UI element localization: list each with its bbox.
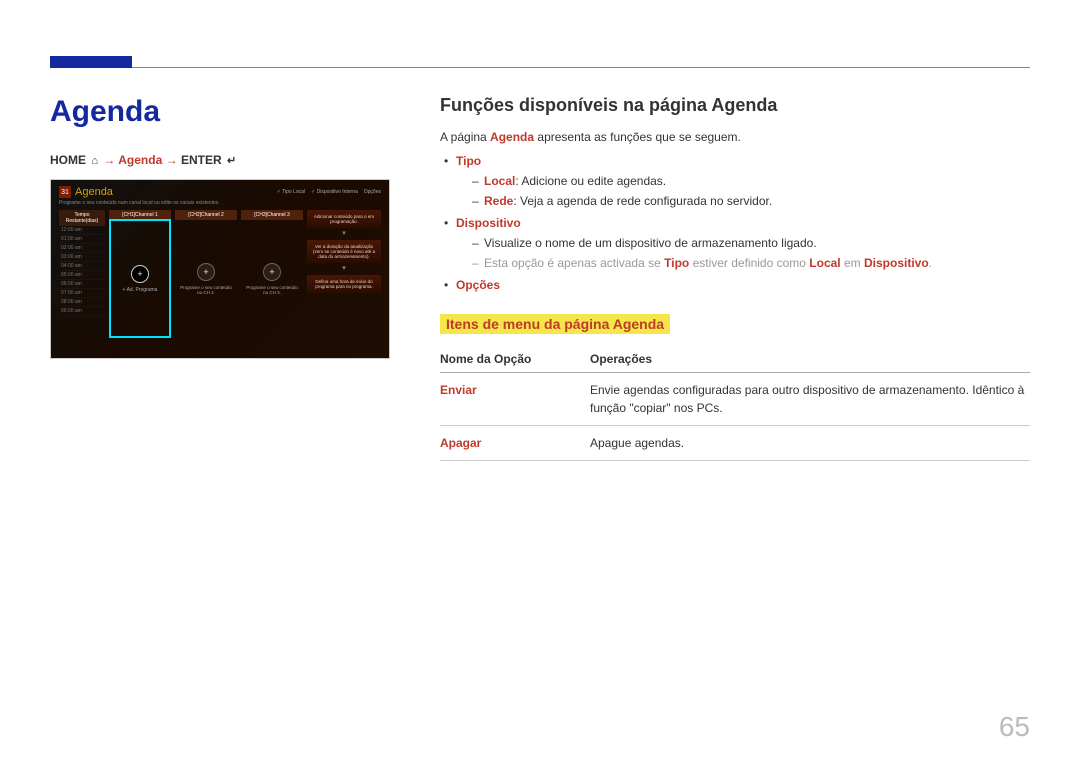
shot-ch1-caption: + Ad. Programa (123, 287, 158, 293)
shot-time-row: 02:00 am (59, 244, 105, 253)
breadcrumb-mid: Agenda (118, 153, 162, 167)
chevron-down-icon: ▾ (307, 267, 381, 271)
feature-dispositivo-desc: Visualize o nome de um dispositivo de ar… (456, 234, 1030, 252)
shot-channel-1: [CH1]Channel 1 + + Ad. Programa (109, 210, 171, 338)
shot-channel-2: [CH2]Channel 2 + Programe o seu conteúdo… (175, 210, 237, 338)
table-header-ops: Operações (590, 346, 1030, 373)
breadcrumb-arrow-2: → (166, 153, 181, 167)
plus-icon: + (131, 265, 149, 283)
shot-ch2-header: [CH2]Channel 2 (175, 210, 237, 220)
option-name: Apagar (440, 426, 590, 461)
page-content: Agenda HOME ⌂ → Agenda → ENTER ↵ 31 Agen… (50, 95, 1030, 723)
shot-time-row: 06:00 am (59, 280, 105, 289)
shot-ch2-caption: Programe o seu conteúdo no CH 2. (175, 285, 237, 295)
breadcrumb-arrow-1: → (103, 153, 118, 167)
options-table: Nome da Opção Operações Enviar Envie age… (440, 346, 1030, 461)
option-desc: Envie agendas configuradas para outro di… (590, 373, 1030, 426)
table-row: Apagar Apague agendas. (440, 426, 1030, 461)
home-icon: ⌂ (89, 155, 100, 167)
feature-tipo-local: Local: Adicione ou edite agendas. (456, 172, 1030, 190)
subsection-heading: Itens de menu da página Agenda (440, 314, 670, 334)
right-column: Funções disponíveis na página Agenda A p… (440, 95, 1030, 461)
calendar-icon: 31 (59, 186, 71, 198)
option-desc: Apague agendas. (590, 426, 1030, 461)
table-header-name: Nome da Opção (440, 346, 590, 373)
agenda-screenshot: 31 Agenda ✓ Tipo Local ✓ Dispositivo Int… (50, 179, 390, 359)
shot-menu: ✓ Tipo Local ✓ Dispositivo Interna Opçõe… (277, 189, 381, 195)
left-column: Agenda HOME ⌂ → Agenda → ENTER ↵ 31 Agen… (50, 95, 390, 461)
breadcrumb-enter: ENTER (181, 153, 222, 167)
shot-card: Adicionar conteúdo para o em programação… (307, 210, 381, 228)
option-name: Enviar (440, 373, 590, 426)
shot-menu-tipo: ✓ Tipo Local (277, 189, 305, 195)
shot-side-cards: Adicionar conteúdo para o em programação… (307, 210, 381, 338)
enter-icon: ↵ (225, 154, 238, 167)
shot-time-row: 12:00 am (59, 226, 105, 235)
shot-time-row: 09:00 am (59, 307, 105, 316)
header-accent (50, 56, 132, 68)
shot-time-row: 01:00 am (59, 235, 105, 244)
table-row: Enviar Envie agendas configuradas para o… (440, 373, 1030, 426)
feature-list: Tipo Local: Adicione ou edite agendas. R… (440, 152, 1030, 294)
shot-subtitle: Programe o seu conteúdo num canal local … (59, 200, 381, 206)
shot-ch3-caption: Programe o seu conteúdo no CH 3. (241, 285, 303, 295)
page-title: Agenda (50, 95, 390, 129)
plus-icon: + (263, 263, 281, 281)
feature-dispositivo: Dispositivo Visualize o nome de um dispo… (440, 214, 1030, 272)
header-rule (132, 67, 1030, 68)
intro-paragraph: A página Agenda apresenta as funções que… (440, 128, 1030, 146)
shot-time-column: Tempo Restante(dias) 12:00 am 01:00 am 0… (59, 210, 105, 338)
page-number: 65 (999, 711, 1030, 743)
shot-title: Agenda (75, 186, 113, 198)
feature-dispositivo-note: Esta opção é apenas activada se Tipo est… (456, 254, 1030, 272)
shot-menu-dispositivo: ✓ Dispositivo Interna (311, 189, 358, 195)
feature-opcoes: Opções (440, 276, 1030, 294)
breadcrumb: HOME ⌂ → Agenda → ENTER ↵ (50, 153, 390, 167)
breadcrumb-home: HOME (50, 153, 86, 167)
chevron-down-icon: ▾ (307, 232, 381, 236)
section-heading: Funções disponíveis na página Agenda (440, 95, 1030, 116)
feature-tipo-rede: Rede: Veja a agenda de rede configurada … (456, 192, 1030, 210)
shot-time-row: 08:00 am (59, 298, 105, 307)
shot-time-row: 05:00 am (59, 271, 105, 280)
shot-time-row: 04:00 am (59, 262, 105, 271)
shot-card: Ver a duração da atualização (zero se co… (307, 240, 381, 263)
shot-time-row: 07:00 am (59, 289, 105, 298)
shot-card: Defina uma hora de inicio do programa pa… (307, 275, 381, 293)
shot-channel-3: [CH3]Channel 3 + Programe o seu conteúdo… (241, 210, 303, 338)
shot-ch3-header: [CH3]Channel 3 (241, 210, 303, 220)
shot-menu-opcoes: Opções (364, 189, 381, 195)
shot-time-header: Tempo Restante(dias) (59, 210, 105, 226)
shot-time-row: 03:00 am (59, 253, 105, 262)
plus-icon: + (197, 263, 215, 281)
feature-tipo: Tipo Local: Adicione ou edite agendas. R… (440, 152, 1030, 210)
